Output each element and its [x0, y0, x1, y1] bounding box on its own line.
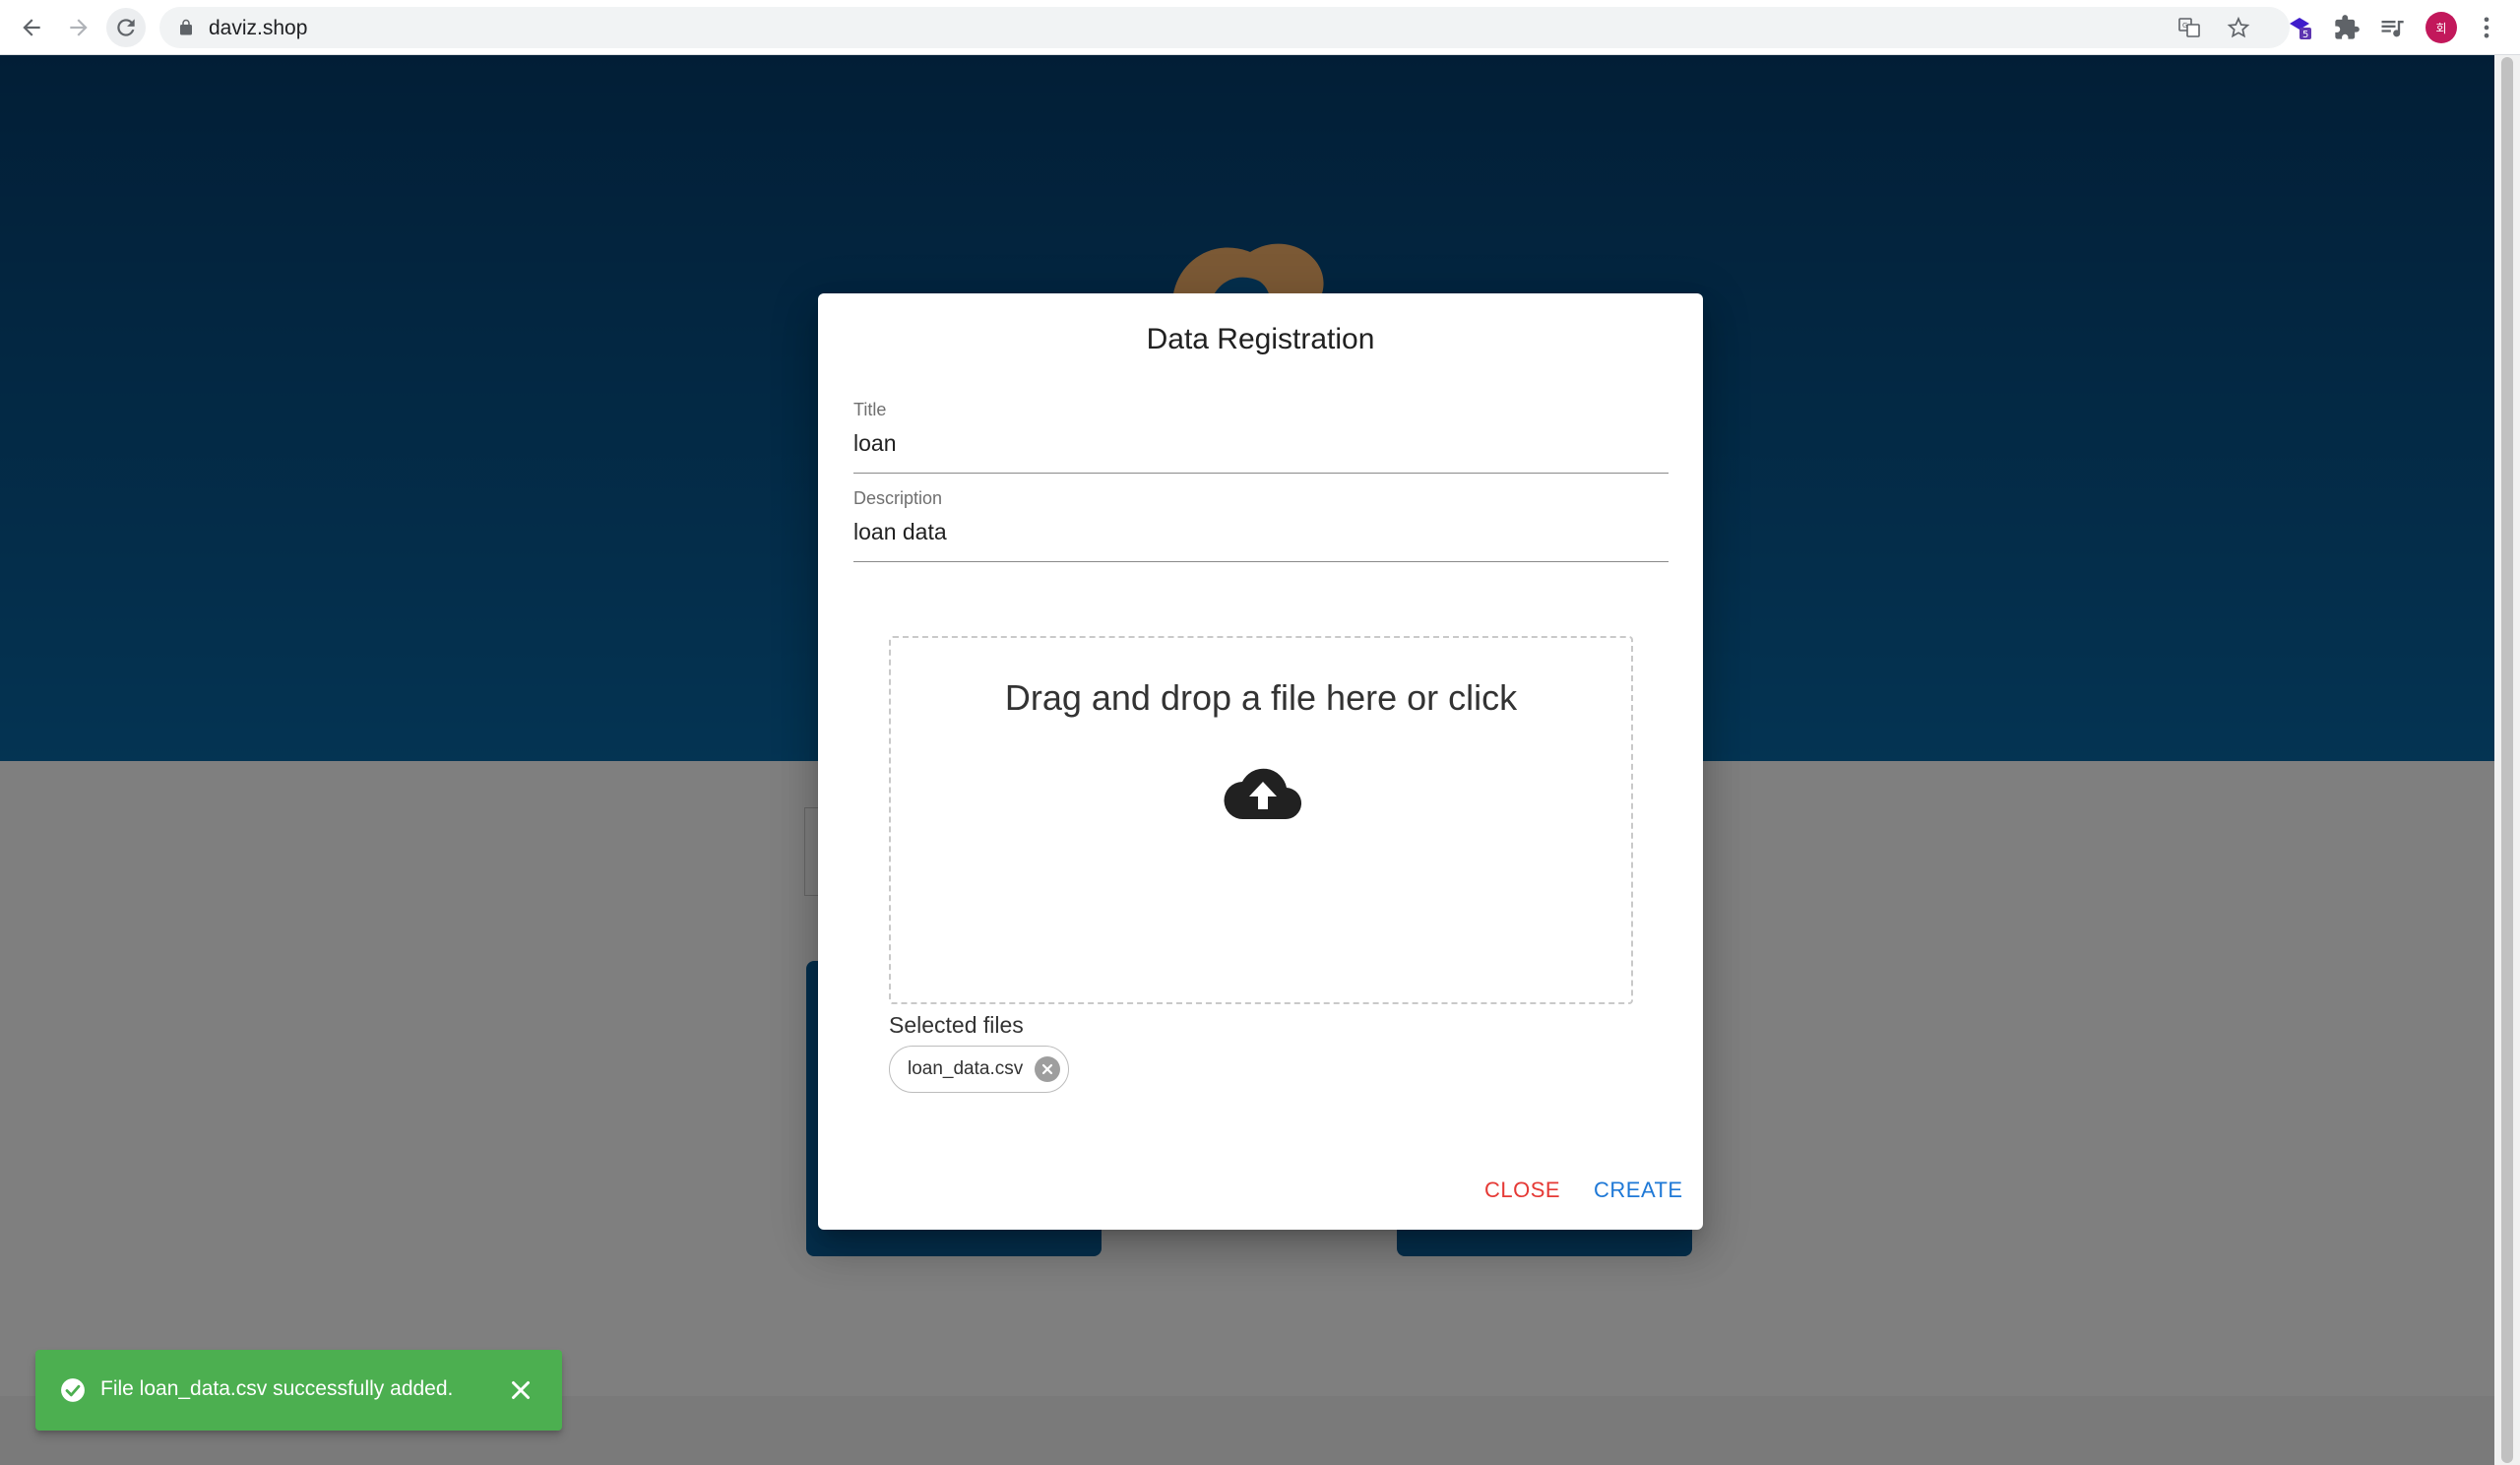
dropzone-text: Drag and drop a file here or click	[1004, 677, 1518, 718]
create-button[interactable]: CREATE	[1594, 1178, 1683, 1203]
profile-avatar[interactable]: 회	[2426, 12, 2457, 43]
reload-button[interactable]	[106, 8, 146, 47]
remove-file-button[interactable]	[1035, 1056, 1061, 1082]
cloud-upload-icon	[1224, 768, 1302, 820]
file-chip-label: loan_data.csv	[908, 1058, 1024, 1079]
translate-icon[interactable]: G	[2177, 16, 2201, 39]
check-circle-icon	[61, 1378, 85, 1402]
title-field[interactable]: Title loan	[853, 400, 1669, 474]
title-input[interactable]: loan	[853, 430, 1669, 474]
success-snackbar: File loan_data.csv successfully added.	[35, 1350, 562, 1431]
address-bar[interactable]: daviz.shop G	[159, 7, 2290, 48]
file-chip: loan_data.csv	[889, 1046, 1070, 1093]
title-field-label: Title	[853, 400, 887, 419]
snackbar-message: File loan_data.csv successfully added.	[100, 1377, 454, 1400]
description-field-label: Description	[853, 488, 943, 508]
more-vert-icon[interactable]	[2473, 14, 2500, 41]
data-registration-dialog: Data Registration Title loan Description…	[818, 293, 1703, 1230]
description-field[interactable]: Description loan data	[853, 488, 1669, 562]
dialog-title: Data Registration	[1146, 323, 1375, 355]
extension-badge-icon[interactable]: 5	[2288, 14, 2315, 41]
star-icon[interactable]	[2227, 16, 2250, 39]
url-text: daviz.shop	[209, 17, 308, 39]
arrow-left-icon	[23, 19, 40, 36]
close-icon[interactable]	[506, 1375, 536, 1405]
media-queue-icon[interactable]	[2378, 14, 2406, 41]
description-input[interactable]: loan data	[853, 519, 1669, 562]
close-circle-icon	[1042, 1063, 1053, 1075]
selected-files-label: Selected files	[889, 1012, 1024, 1038]
reload-icon	[117, 19, 135, 36]
arrow-right-icon	[70, 19, 88, 36]
file-dropzone[interactable]: Drag and drop a file here or click	[889, 636, 1633, 1004]
puzzle-icon[interactable]	[2333, 14, 2361, 41]
back-button[interactable]	[12, 8, 51, 47]
svg-text:5: 5	[2302, 30, 2308, 40]
lock-icon	[180, 19, 192, 35]
browser-toolbar: daviz.shop G 5 회	[0, 0, 2520, 55]
close-button[interactable]: CLOSE	[1484, 1178, 1560, 1203]
forward-button[interactable]	[59, 8, 98, 47]
scrollbar-thumb[interactable]	[2501, 57, 2513, 1463]
svg-text:G: G	[2182, 22, 2187, 30]
